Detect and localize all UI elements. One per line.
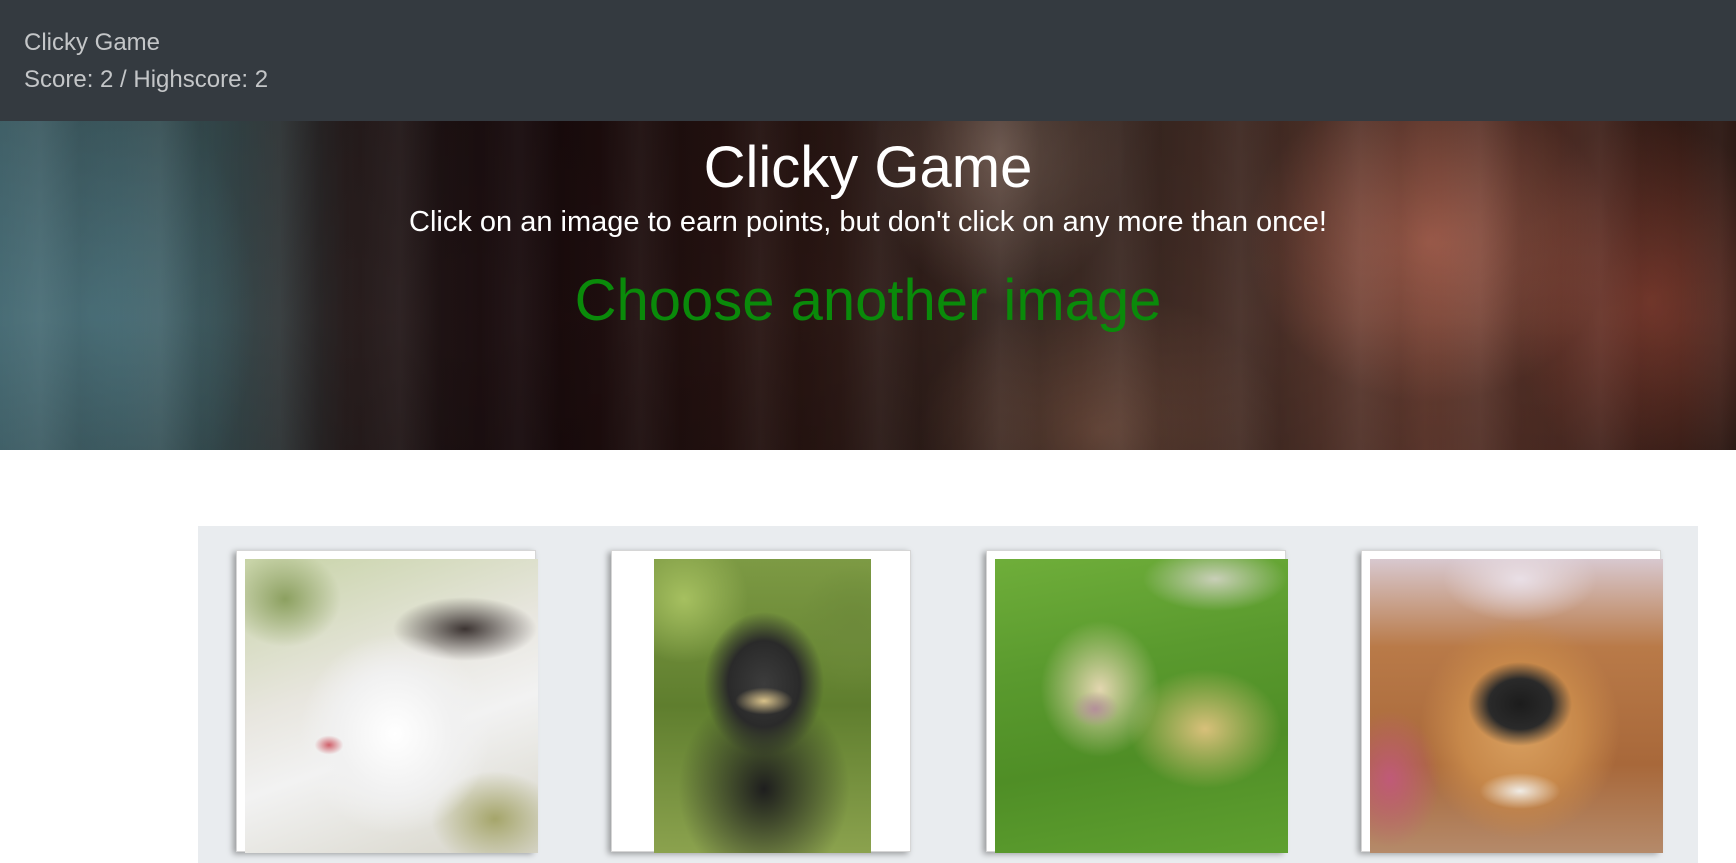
score-display: Score: 2 / Highscore: 2 [24,66,269,93]
hero-title: Clicky Game [703,135,1033,200]
navbar: Clicky Game Score: 2 / Highscore: 2 [0,0,1736,121]
image-card-cat[interactable] [236,550,538,853]
dog-image[interactable] [1370,559,1663,853]
image-card-cow[interactable] [986,550,1288,853]
hero-subtitle: Click on an image to earn points, but do… [409,206,1327,238]
status-message: Choose another image [574,268,1162,333]
hero-banner: Clicky Game Click on an image to earn po… [0,121,1736,450]
cat-image[interactable] [245,559,538,853]
cow-image[interactable] [995,559,1288,853]
navbar-brand[interactable]: Clicky Game [24,27,1736,59]
image-card-dog[interactable] [1361,550,1663,853]
monkey-image[interactable] [654,559,871,853]
image-card-monkey[interactable] [611,550,911,853]
image-board [198,526,1698,863]
